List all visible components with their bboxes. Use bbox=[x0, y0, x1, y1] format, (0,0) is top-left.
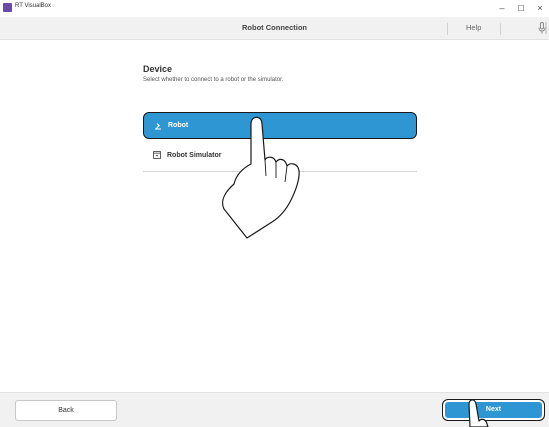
page-header: Robot Connection Help bbox=[0, 17, 549, 40]
next-button[interactable]: Next bbox=[442, 399, 545, 421]
section-description: Select whether to connect to a robot or … bbox=[143, 77, 284, 83]
device-option-label: Robot Simulator bbox=[167, 152, 222, 159]
hand-pointer-overlay bbox=[222, 116, 489, 427]
close-button[interactable]: × bbox=[531, 0, 549, 17]
footer-bar: Back Next bbox=[0, 392, 549, 427]
device-option-simulator[interactable]: Robot Simulator bbox=[143, 145, 417, 172]
minimize-button[interactable]: – bbox=[493, 0, 511, 17]
app-logo-icon bbox=[3, 3, 12, 12]
header-divider bbox=[500, 23, 501, 35]
app-title: RT VisualBox bbox=[15, 3, 52, 9]
header-divider bbox=[447, 23, 448, 35]
maximize-button[interactable]: ☐ bbox=[512, 0, 530, 17]
device-option-robot[interactable]: Robot bbox=[143, 112, 417, 139]
simulator-icon bbox=[153, 151, 161, 159]
section-title: Device bbox=[143, 64, 173, 74]
device-option-label: Robot bbox=[168, 122, 189, 129]
window-titlebar: RT VisualBox – ☐ × bbox=[0, 0, 549, 17]
help-link[interactable]: Help bbox=[466, 23, 481, 32]
robot-arm-icon bbox=[155, 123, 161, 130]
microphone-icon[interactable] bbox=[537, 21, 547, 35]
back-button[interactable]: Back bbox=[15, 400, 117, 421]
